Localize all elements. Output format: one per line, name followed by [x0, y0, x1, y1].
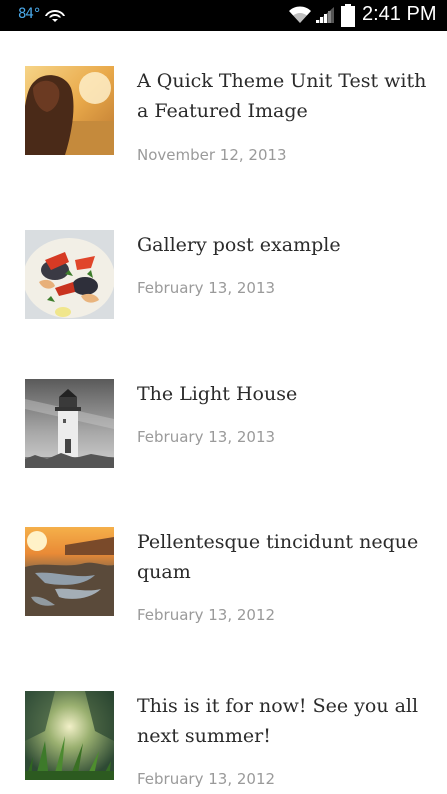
clock: 2:41 PM	[362, 3, 437, 25]
post-date: February 13, 2012	[137, 606, 276, 624]
post-thumbnail[interactable]	[25, 230, 114, 319]
post-thumbnail[interactable]	[25, 691, 114, 780]
post-title[interactable]: Pellentesque tincidunt neque quam	[137, 527, 432, 587]
post-date: February 13, 2012	[137, 770, 276, 788]
post-title[interactable]: Gallery post example	[137, 230, 432, 260]
temperature-indicator: 84°	[18, 6, 41, 22]
post-thumbnail[interactable]	[25, 527, 114, 616]
lighthouse-image	[25, 379, 114, 468]
post-thumbnail[interactable]	[25, 379, 114, 468]
screen-cast-icon	[45, 10, 65, 22]
post-date: February 13, 2013	[137, 279, 276, 297]
battery-icon	[341, 4, 355, 27]
post-title[interactable]: The Light House	[137, 379, 432, 409]
grass-closeup-image	[25, 691, 114, 780]
seafood-dish-image	[25, 230, 114, 319]
signal-icon	[316, 7, 334, 23]
status-bar: 84° 2:41 PM	[0, 0, 447, 31]
post-thumbnail[interactable]	[25, 66, 114, 155]
post-title[interactable]: This is it for now! See you all next sum…	[137, 691, 432, 751]
post-title[interactable]: A Quick Theme Unit Test with a Featured …	[137, 66, 432, 126]
woman-in-field-image	[25, 66, 114, 155]
post-date: February 13, 2013	[137, 428, 276, 446]
sunset-wetland-image	[25, 527, 114, 616]
post-date: November 12, 2013	[137, 146, 287, 164]
wifi-icon	[289, 6, 311, 23]
